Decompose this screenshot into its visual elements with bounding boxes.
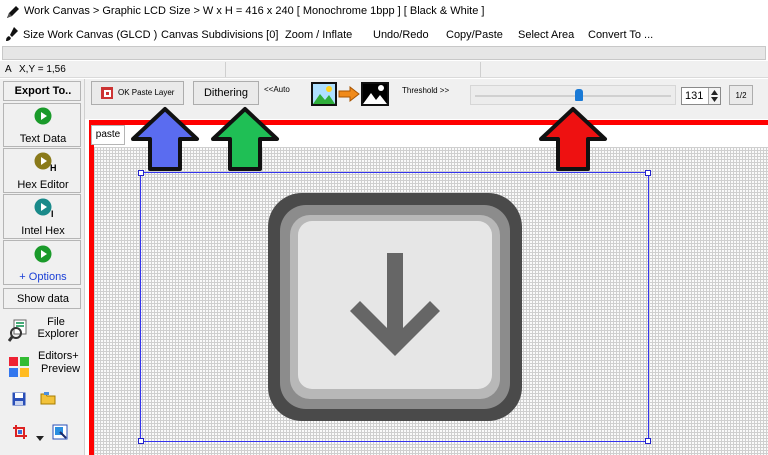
dithering-label: Dithering [203,87,249,99]
red-up-arrow [539,107,607,171]
file-explorer-button[interactable]: File Explorer [4,314,82,348]
slider-thumb[interactable] [574,89,583,101]
selection-rectangle[interactable] [138,170,651,444]
dithering-button[interactable]: Dithering [193,81,259,105]
selection-handle[interactable] [645,438,651,444]
export-to-label: Export To.. [14,85,72,97]
menu-zoom-inflate[interactable]: Zoom / Inflate [285,29,352,41]
chevron-up-icon[interactable] [711,90,718,95]
threshold-label: Threshold >> [402,86,450,95]
resize-icon[interactable] [52,424,68,440]
play-icon [34,107,52,125]
intel-hex-label: Intel Hex [21,225,65,237]
menu-select-area[interactable]: Select Area [518,29,574,41]
pencil-icon [7,6,19,18]
auto-label[interactable]: <<Auto [264,85,290,94]
status-prefix: A [5,64,12,75]
arrow-right-icon [338,86,360,102]
horizontal-scrollbar[interactable] [2,46,766,60]
image-icon[interactable] [361,82,389,106]
options-label: + Options [19,271,67,283]
hex-editor-label: Hex Editor [17,179,69,191]
editors-label-2: Preview [41,363,81,375]
menu-canvas-subdivisions[interactable]: Canvas Subdivisions [0] [161,29,278,41]
file-explorer-label-1: File [47,316,65,328]
image-icon[interactable] [311,82,337,106]
options-button[interactable]: + Options [3,240,81,285]
hex-editor-badge: H [50,163,57,173]
show-data-label: Show data [17,293,69,305]
green-up-arrow [211,107,279,171]
file-explorer-icon [8,319,27,342]
show-data-button[interactable]: Show data [3,288,81,309]
threshold-slider[interactable] [470,85,676,105]
threshold-value[interactable]: 131 [685,90,703,102]
file-explorer-label-2: Explorer [37,328,79,340]
brush-icon [6,27,18,41]
chevron-down-icon[interactable] [711,97,718,102]
intel-hex-button[interactable]: I Intel Hex [3,194,81,239]
save-icon[interactable] [12,392,26,406]
menu-undo-redo[interactable]: Undo/Redo [373,29,429,41]
slider-track [475,95,671,97]
selection-handle[interactable] [138,438,144,444]
ok-paste-layer-label: OK Paste Layer [118,88,175,97]
paste-layer-icon [101,87,113,99]
spinner-buttons[interactable] [708,88,720,104]
play-icon [34,245,52,263]
half-label: 1/2 [735,91,747,100]
crop-icon[interactable] [12,424,28,440]
ok-paste-layer-button[interactable]: OK Paste Layer [91,81,184,105]
menu-size-work-canvas[interactable]: Size Work Canvas (GLCD ) [23,29,157,41]
paste-tab[interactable]: paste [91,125,125,145]
editors-icon [9,357,29,377]
text-data-button[interactable]: Text Data [3,103,81,147]
intel-hex-badge: I [51,209,54,219]
status-divider [480,62,481,77]
menu-convert-to[interactable]: Convert To ... [588,29,653,41]
export-to-button[interactable]: Export To.. [3,81,81,101]
status-divider [225,62,226,77]
blue-up-arrow [131,107,199,171]
hex-editor-button[interactable]: H Hex Editor [3,148,81,193]
chevron-down-icon[interactable] [36,436,44,441]
text-data-label: Text Data [19,133,67,145]
threshold-spinner[interactable]: 131 [681,87,721,105]
half-button[interactable]: 1/2 [729,85,753,105]
editors-preview-button[interactable]: Editors+ Preview [4,349,82,383]
status-bar [0,61,768,78]
selection-handle[interactable] [645,170,651,176]
window-title: Work Canvas > Graphic LCD Size > W x H =… [24,5,485,17]
menu-copy-paste[interactable]: Copy/Paste [446,29,503,41]
editors-label-1: Editors+ [38,350,79,362]
cursor-coordinates: X,Y = 1,56 [19,64,66,75]
folder-icon[interactable] [40,391,56,405]
